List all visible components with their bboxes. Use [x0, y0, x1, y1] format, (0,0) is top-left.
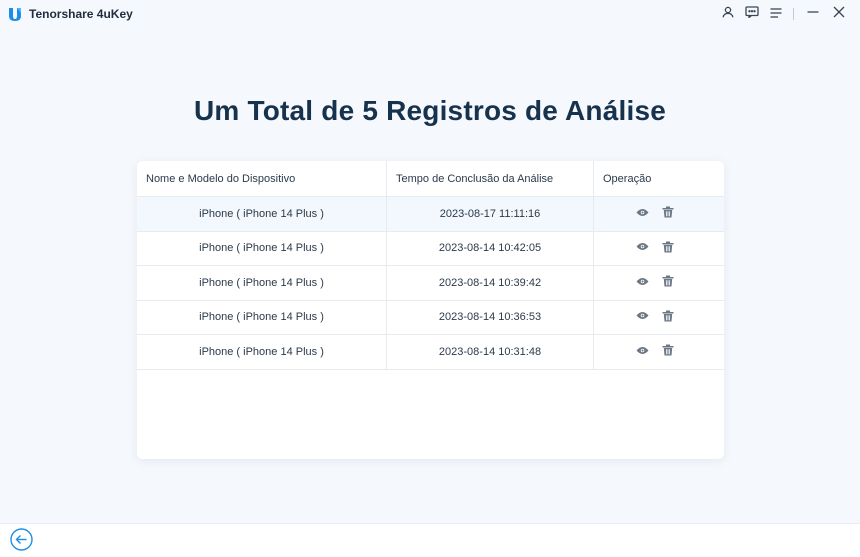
device-cell: iPhone ( iPhone 14 Plus ) [137, 335, 387, 369]
delete-button[interactable] [661, 206, 675, 221]
delete-button[interactable] [661, 310, 675, 324]
delete-button[interactable] [661, 344, 675, 359]
close-button[interactable] [826, 4, 852, 24]
operation-cell [594, 197, 724, 231]
back-arrow-icon [10, 527, 33, 556]
delete-button[interactable] [661, 275, 675, 290]
device-cell: iPhone ( iPhone 14 Plus ) [137, 231, 387, 265]
table-row[interactable]: iPhone ( iPhone 14 Plus ) 2023-08-14 10:… [137, 300, 724, 335]
time-cell: 2023-08-17 11:11:16 [387, 197, 594, 231]
records-table: Nome e Modelo do Dispositivo Tempo de Co… [137, 161, 724, 459]
view-button[interactable] [635, 310, 649, 324]
eye-icon [636, 346, 649, 358]
operation-cell [594, 232, 724, 266]
table-row[interactable]: iPhone ( iPhone 14 Plus ) 2023-08-14 10:… [137, 335, 724, 370]
device-cell: iPhone ( iPhone 14 Plus ) [137, 197, 387, 231]
table-row[interactable]: iPhone ( iPhone 14 Plus ) 2023-08-17 11:… [137, 197, 724, 232]
device-cell: iPhone ( iPhone 14 Plus ) [137, 300, 387, 334]
minimize-button[interactable] [800, 4, 826, 24]
user-icon [722, 5, 734, 23]
view-button[interactable] [635, 207, 649, 221]
eye-icon [636, 311, 649, 323]
view-button[interactable] [635, 241, 649, 255]
footer-bar [0, 523, 860, 557]
eye-icon [636, 242, 649, 254]
operation-cell [594, 266, 724, 300]
trash-icon [662, 206, 674, 221]
operation-cell [594, 301, 724, 335]
time-cell: 2023-08-14 10:36:53 [387, 300, 594, 334]
feedback-icon [745, 5, 759, 23]
device-cell: iPhone ( iPhone 14 Plus ) [137, 266, 387, 300]
trash-icon [662, 344, 674, 359]
eye-icon [636, 277, 649, 289]
title-controls [717, 4, 852, 24]
delete-button[interactable] [661, 241, 675, 255]
menu-button[interactable] [765, 4, 787, 24]
column-header-device: Nome e Modelo do Dispositivo [137, 161, 387, 197]
trash-icon [662, 275, 674, 290]
operation-cell [594, 335, 724, 369]
close-icon [833, 5, 845, 23]
time-cell: 2023-08-14 10:42:05 [387, 231, 594, 265]
account-button[interactable] [717, 4, 739, 24]
title-separator [793, 8, 794, 20]
brand: Tenorshare 4uKey [8, 7, 133, 21]
column-header-operation: Operação [603, 173, 652, 185]
title-bar: Tenorshare 4uKey [0, 0, 860, 28]
column-header-time: Tempo de Conclusão da Análise [387, 161, 594, 197]
table-row[interactable]: iPhone ( iPhone 14 Plus ) 2023-08-14 10:… [137, 266, 724, 301]
feedback-button[interactable] [739, 4, 765, 24]
menu-icon [770, 5, 782, 23]
eye-icon [636, 208, 649, 220]
trash-icon [662, 310, 674, 325]
time-cell: 2023-08-14 10:31:48 [387, 335, 594, 369]
view-button[interactable] [635, 345, 649, 359]
view-button[interactable] [635, 276, 649, 290]
minimize-icon [807, 5, 819, 23]
time-cell: 2023-08-14 10:39:42 [387, 266, 594, 300]
table-header: Nome e Modelo do Dispositivo Tempo de Co… [137, 161, 724, 197]
table-row[interactable]: iPhone ( iPhone 14 Plus ) 2023-08-14 10:… [137, 231, 724, 266]
page-title: Um Total de 5 Registros de Análise [193, 95, 667, 126]
back-button[interactable] [10, 527, 33, 556]
app-window: Tenorshare 4uKey Um Total de 5 Registros… [0, 0, 860, 557]
tenorshare-logo-icon [8, 7, 22, 21]
trash-icon [662, 241, 674, 256]
app-title: Tenorshare 4uKey [29, 7, 133, 21]
